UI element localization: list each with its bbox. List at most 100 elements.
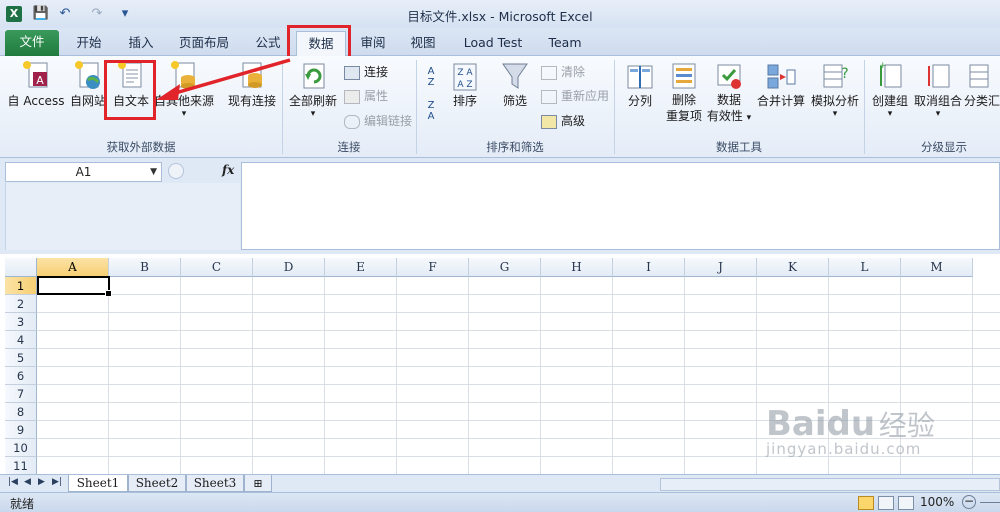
row-header-8[interactable]: 8 [5, 403, 37, 421]
dropdown-arrow-icon: ▾ [746, 113, 752, 123]
sheet-tab-sheet3[interactable]: Sheet3 [186, 475, 244, 492]
filter-button[interactable]: 筛选 [496, 60, 534, 109]
sheet-tab-sheet1[interactable]: Sheet1 [68, 475, 128, 492]
gridline [756, 277, 757, 474]
advanced-filter-button[interactable]: 高级 [541, 111, 585, 131]
column-header-j[interactable]: J [685, 258, 757, 277]
page-break-view-icon[interactable] [898, 496, 914, 510]
what-if-analysis-button[interactable]: ? 模拟分析 ▾ [808, 60, 862, 119]
column-header-l[interactable]: L [829, 258, 901, 277]
tab-review[interactable]: 审阅 [350, 31, 396, 56]
previous-sheet-icon[interactable]: ◀ [24, 477, 31, 487]
column-header-e[interactable]: E [325, 258, 397, 277]
next-sheet-icon[interactable]: ▶ [38, 477, 45, 487]
svg-text:?: ? [841, 66, 848, 82]
tab-load-test[interactable]: Load Test [456, 31, 530, 56]
row-header-10[interactable]: 10 [5, 439, 37, 457]
access-icon: A [23, 61, 48, 88]
chevron-down-icon[interactable]: ▼ [150, 163, 157, 181]
from-access-button[interactable]: A 自 Access [4, 60, 68, 109]
what-if-label: 模拟分析 [810, 94, 859, 108]
advanced-label: 高级 [561, 114, 586, 128]
from-text-highlight-box [104, 60, 156, 120]
reapply-icon [541, 89, 557, 104]
split-columns-icon [627, 65, 653, 89]
row-header-11[interactable]: 11 [5, 457, 37, 474]
tab-file[interactable]: 文件 [5, 30, 59, 56]
row-header-5[interactable]: 5 [5, 349, 37, 367]
column-header-f[interactable]: F [397, 258, 469, 277]
row-header-3[interactable]: 3 [5, 313, 37, 331]
refresh-all-button[interactable]: 全部刷新 ▾ [286, 60, 340, 119]
row-header-1[interactable]: 1 [5, 277, 37, 295]
row-header-4[interactable]: 4 [5, 331, 37, 349]
column-header-b[interactable]: B [109, 258, 181, 277]
first-sheet-icon[interactable]: |◀ [8, 477, 18, 487]
remove-duplicates-button[interactable]: 删除 重复项 [662, 60, 706, 124]
column-header-c[interactable]: C [181, 258, 253, 277]
row-header-2[interactable]: 2 [5, 295, 37, 313]
group-rows-icon: + [879, 61, 902, 88]
subtotal-icon [969, 64, 989, 88]
svg-text:Z A: Z A [457, 68, 473, 78]
insert-sheet-icon[interactable]: ⊞ [244, 475, 272, 492]
sheet-tab-sheet2[interactable]: Sheet2 [128, 475, 186, 492]
column-header-m[interactable]: M [901, 258, 973, 277]
name-box-value: A1 [75, 165, 92, 179]
group-button[interactable]: + 创建组 ▾ [868, 60, 912, 119]
zoom-slider[interactable] [980, 502, 1000, 503]
formula-bar: A1 ▼ fx [0, 158, 1000, 254]
tab-team[interactable]: Team [538, 31, 592, 56]
expand-circle-icon[interactable] [168, 163, 184, 179]
filter-label: 筛选 [502, 94, 527, 108]
properties-button[interactable]: 属性 [344, 86, 388, 106]
page-layout-view-icon[interactable] [878, 496, 894, 510]
row-header-6[interactable]: 6 [5, 367, 37, 385]
remove-duplicates-icon [672, 63, 696, 89]
column-header-i[interactable]: I [613, 258, 685, 277]
column-header-a[interactable]: A [37, 258, 109, 277]
last-sheet-icon[interactable]: ▶| [52, 477, 62, 487]
normal-view-icon[interactable] [858, 496, 874, 510]
column-header-h[interactable]: H [541, 258, 613, 277]
insert-function-icon[interactable]: fx [222, 163, 234, 177]
properties-icon [344, 89, 360, 104]
active-cell-a1[interactable] [37, 276, 112, 297]
horizontal-scrollbar[interactable] [660, 478, 1000, 491]
outline-group-label: 分级显示 [921, 140, 967, 154]
gridline [37, 312, 1000, 313]
consolidate-button[interactable]: 合并计算 [754, 60, 808, 109]
svg-text:A: A [36, 74, 44, 87]
zoom-out-icon[interactable]: − [962, 495, 976, 509]
sort-ascending-button[interactable]: A Z [420, 66, 442, 88]
consolidate-label: 合并计算 [756, 94, 805, 108]
ungroup-rows-icon [928, 64, 950, 88]
column-header-g[interactable]: G [469, 258, 541, 277]
subtotal-label: 分类汇 [964, 94, 1000, 108]
zoom-level[interactable]: 100% [920, 495, 954, 509]
subtotal-button[interactable]: 分类汇 [964, 60, 1000, 109]
connections-button[interactable]: 连接 [344, 62, 388, 82]
row-header-7[interactable]: 7 [5, 385, 37, 403]
ungroup-button[interactable]: 取消组合 ▾ [912, 60, 964, 119]
reapply-button[interactable]: 重新应用 [541, 86, 609, 106]
row-header-9[interactable]: 9 [5, 421, 37, 439]
select-all-corner[interactable] [5, 258, 37, 277]
tab-page-layout[interactable]: 页面布局 [170, 31, 238, 56]
sort-descending-button[interactable]: Z A [420, 100, 442, 122]
data-validation-button[interactable]: 数据 有效性 ▾ [706, 60, 752, 126]
formula-input[interactable] [241, 162, 1000, 250]
edit-links-button[interactable]: 编辑链接 [344, 111, 412, 131]
advanced-filter-icon [541, 114, 557, 129]
column-header-d[interactable]: D [253, 258, 325, 277]
formula-controls: fx [166, 162, 240, 182]
tab-view[interactable]: 视图 [400, 31, 446, 56]
text-to-columns-button[interactable]: 分列 [620, 60, 660, 109]
column-header-k[interactable]: K [757, 258, 829, 277]
tab-home[interactable]: 开始 [64, 31, 114, 56]
tab-formulas[interactable]: 公式 [243, 31, 293, 56]
tab-insert[interactable]: 插入 [116, 31, 166, 56]
sort-button[interactable]: Z A A Z 排序 [446, 60, 484, 109]
clear-filter-button[interactable]: 清除 [541, 62, 585, 82]
name-box[interactable]: A1 ▼ [5, 162, 162, 182]
